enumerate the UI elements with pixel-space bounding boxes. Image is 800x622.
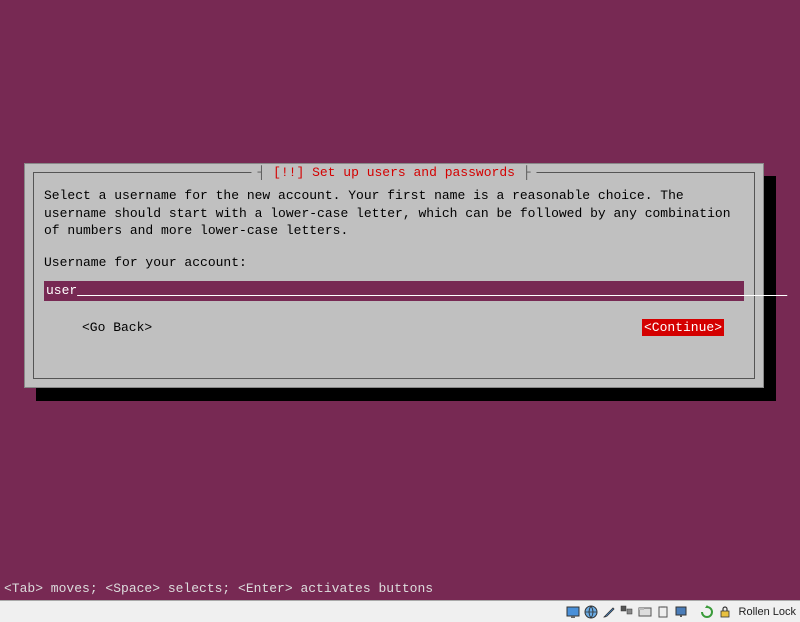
title-pipe-left: ┤ [257,165,273,180]
screen-icon[interactable] [565,604,581,620]
installer-dialog: ┤ [!!] Set up users and passwords ├ Sele… [24,163,764,388]
taskbar: Rollen Lock [0,600,800,622]
windows-icon[interactable] [619,604,635,620]
pencil-icon[interactable] [601,604,617,620]
lock-icon[interactable] [717,604,733,620]
dialog-border: ┤ [!!] Set up users and passwords ├ Sele… [33,172,755,379]
folder-icon[interactable] [637,604,653,620]
lock-status-label: Rollen Lock [739,606,796,618]
username-prompt: Username for your account: [44,254,744,272]
dialog-content: Select a username for the new account. Y… [34,173,754,346]
input-underline: ________________________________________… [77,283,787,298]
continue-button[interactable]: <Continue> [642,319,724,337]
username-input-value: user [46,283,77,298]
dialog-title-text: [!!] Set up users and passwords [273,165,515,180]
dialog-description: Select a username for the new account. Y… [44,187,744,240]
dialog-title: ┤ [!!] Set up users and passwords ├ [251,165,536,180]
go-back-button[interactable]: <Go Back> [82,319,152,337]
clipboard-icon[interactable] [655,604,671,620]
help-text: <Tab> moves; <Space> selects; <Enter> ac… [4,581,433,596]
refresh-icon[interactable] [699,604,715,620]
title-pipe-right: ├ [515,165,531,180]
globe-icon[interactable] [583,604,599,620]
button-row: <Go Back> <Continue> [44,319,744,337]
username-input[interactable]: user____________________________________… [44,281,744,301]
monitor-icon[interactable] [673,604,689,620]
